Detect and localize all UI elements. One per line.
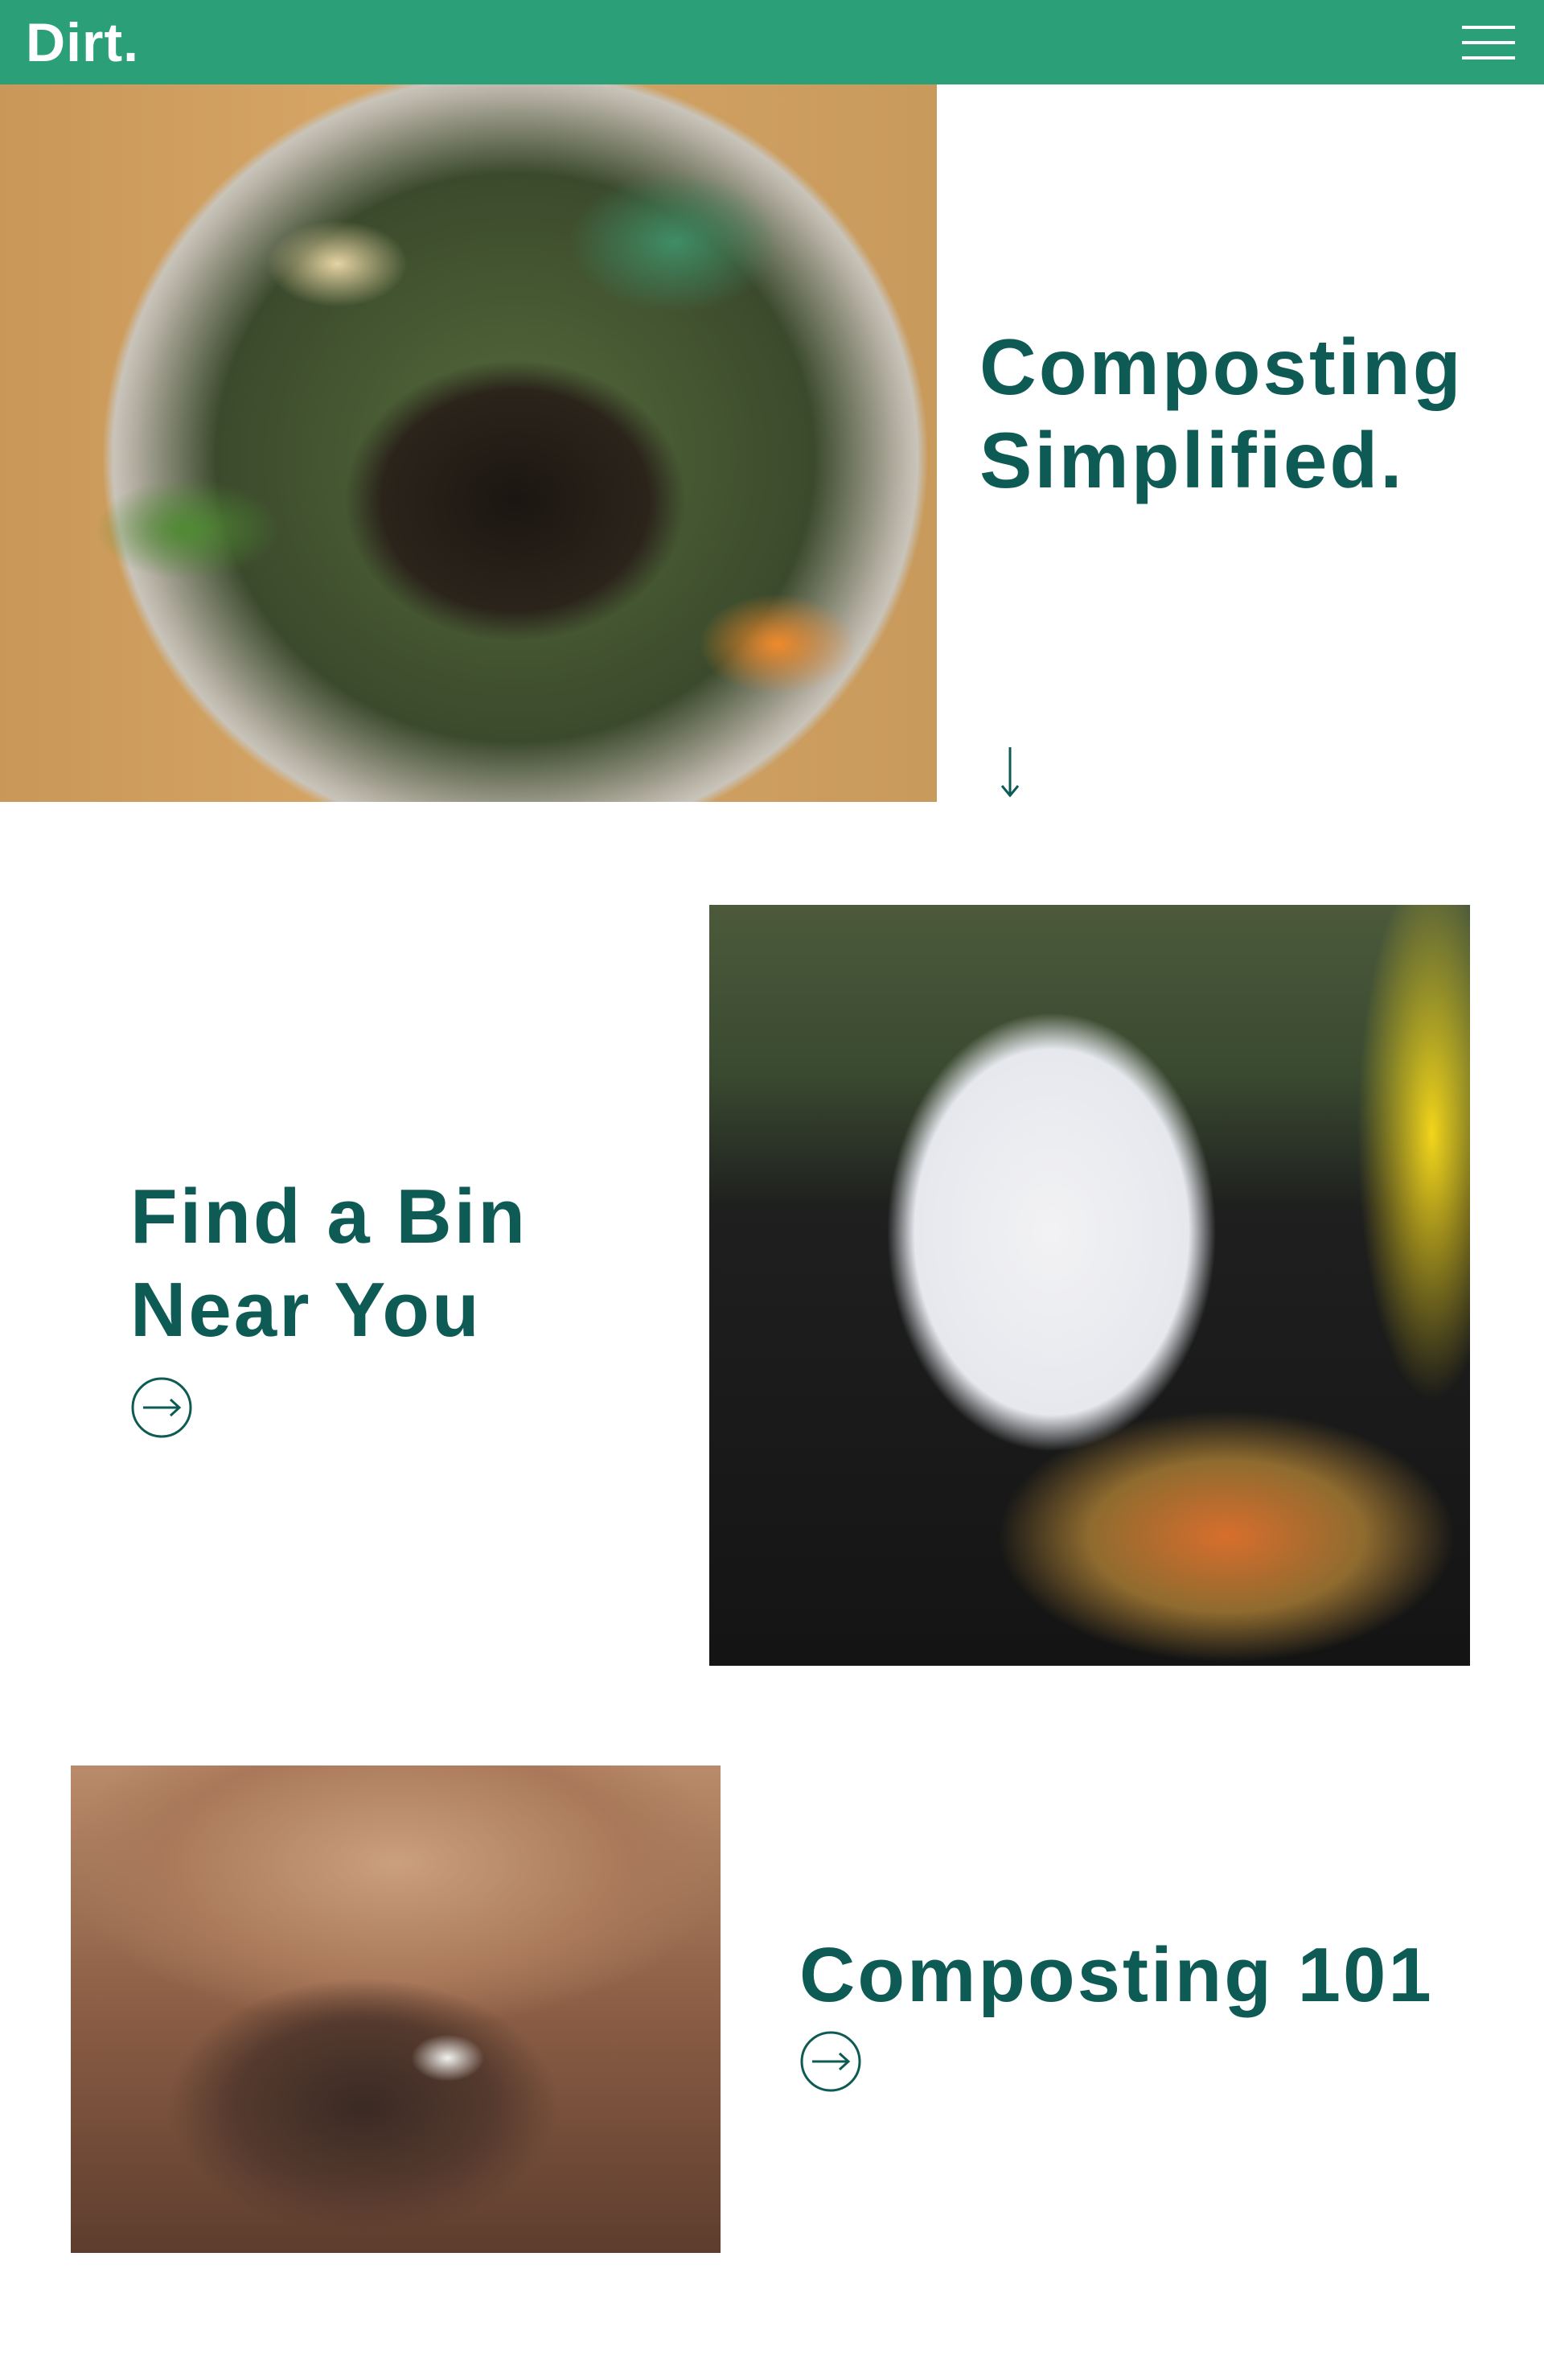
- menu-line: [1462, 55, 1515, 60]
- composting-101-title[interactable]: Composting 101: [799, 1929, 1523, 2022]
- find-bin-arrow-icon[interactable]: [130, 1376, 193, 1439]
- logo[interactable]: Dirt.: [26, 15, 139, 70]
- composting-101-arrow-icon[interactable]: [799, 2030, 862, 2093]
- find-bin-title-line1: Find a Bin: [130, 1174, 528, 1260]
- find-bin-image: [709, 905, 1470, 1666]
- menu-line: [1462, 40, 1515, 44]
- find-bin-title[interactable]: Find a Bin Near You: [130, 1170, 645, 1357]
- find-bin-title-line2: Near You: [130, 1267, 482, 1353]
- hero-title-line1: Composting: [979, 323, 1464, 411]
- hero-title: Composting Simplified.: [979, 320, 1526, 507]
- hamburger-menu-icon[interactable]: [1462, 25, 1515, 60]
- menu-line: [1462, 25, 1515, 29]
- hero-image: [0, 84, 937, 802]
- hero-title-line2: Simplified.: [979, 416, 1405, 504]
- down-arrow-icon[interactable]: [991, 744, 1029, 800]
- composting-101-image: [71, 1765, 721, 2253]
- top-navbar: Dirt.: [0, 0, 1544, 84]
